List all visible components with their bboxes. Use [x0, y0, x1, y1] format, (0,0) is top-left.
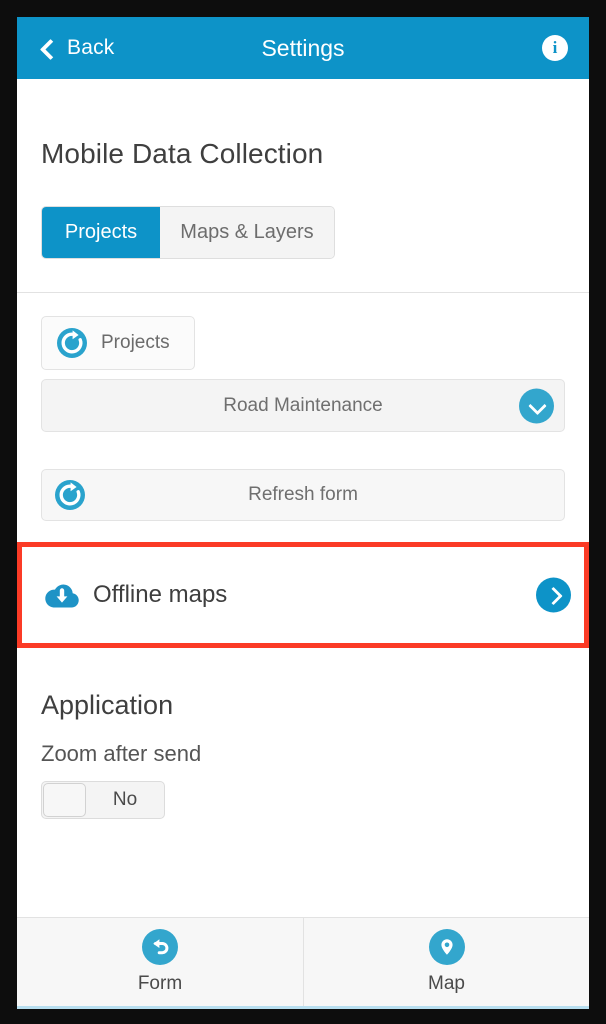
projects-group: Projects Road Maintenance Refresh form	[17, 293, 589, 521]
tab-maps-and-layers[interactable]: Maps & Layers	[160, 207, 334, 258]
zoom-after-send-label: Zoom after send	[41, 741, 202, 766]
back-button[interactable]: Back	[17, 17, 115, 79]
map-pin-icon	[428, 929, 465, 965]
bottom-tab-form[interactable]: Form	[17, 918, 303, 1006]
refresh-icon	[57, 328, 87, 358]
segmented-tabs: Projects Maps & Layers	[41, 206, 335, 259]
bottom-tab-map-label: Map	[428, 973, 465, 994]
bottom-tab-map[interactable]: Map	[303, 918, 589, 1006]
settings-content: Mobile Data Collection Projects Maps & L…	[17, 79, 589, 917]
application-heading: Application	[41, 690, 174, 720]
project-select-value: Road Maintenance	[223, 394, 383, 416]
chevron-right-icon[interactable]	[536, 577, 571, 613]
bottom-tab-bar: Form Map	[17, 917, 589, 1009]
offline-maps-highlight: Offline maps	[17, 542, 589, 648]
zoom-after-send-toggle[interactable]: No	[41, 781, 165, 819]
chevron-right-glyph	[546, 588, 561, 603]
tab-projects[interactable]: Projects	[42, 207, 160, 258]
chevron-left-icon	[38, 39, 56, 57]
refresh-projects-button[interactable]: Projects	[41, 316, 195, 370]
refresh-form-button[interactable]: Refresh form	[41, 469, 565, 521]
undo-arrow-icon	[142, 929, 178, 965]
toggle-knob	[43, 783, 86, 817]
project-select[interactable]: Road Maintenance	[41, 379, 565, 432]
zoom-after-send-value: No	[112, 789, 138, 810]
offline-maps-label: Offline maps	[93, 581, 228, 608]
app-bar: Back Settings i	[17, 17, 589, 79]
info-icon[interactable]: i	[542, 35, 568, 61]
info-icon-glyph: i	[552, 38, 558, 57]
offline-maps-row[interactable]: Offline maps	[22, 547, 584, 643]
page-title: Mobile Data Collection	[41, 138, 324, 169]
device-frame: Back Settings i Mobile Data Collection P…	[0, 0, 606, 1024]
back-button-label: Back	[67, 36, 115, 59]
chevron-down-icon[interactable]	[519, 388, 554, 423]
refresh-form-label: Refresh form	[248, 484, 358, 505]
bottom-tab-form-label: Form	[137, 973, 183, 994]
refresh-projects-label: Projects	[101, 332, 170, 353]
cloud-download-icon	[45, 584, 79, 608]
app-screen: Back Settings i Mobile Data Collection P…	[17, 17, 589, 1009]
refresh-icon	[55, 480, 85, 510]
chevron-down-glyph	[529, 398, 544, 413]
